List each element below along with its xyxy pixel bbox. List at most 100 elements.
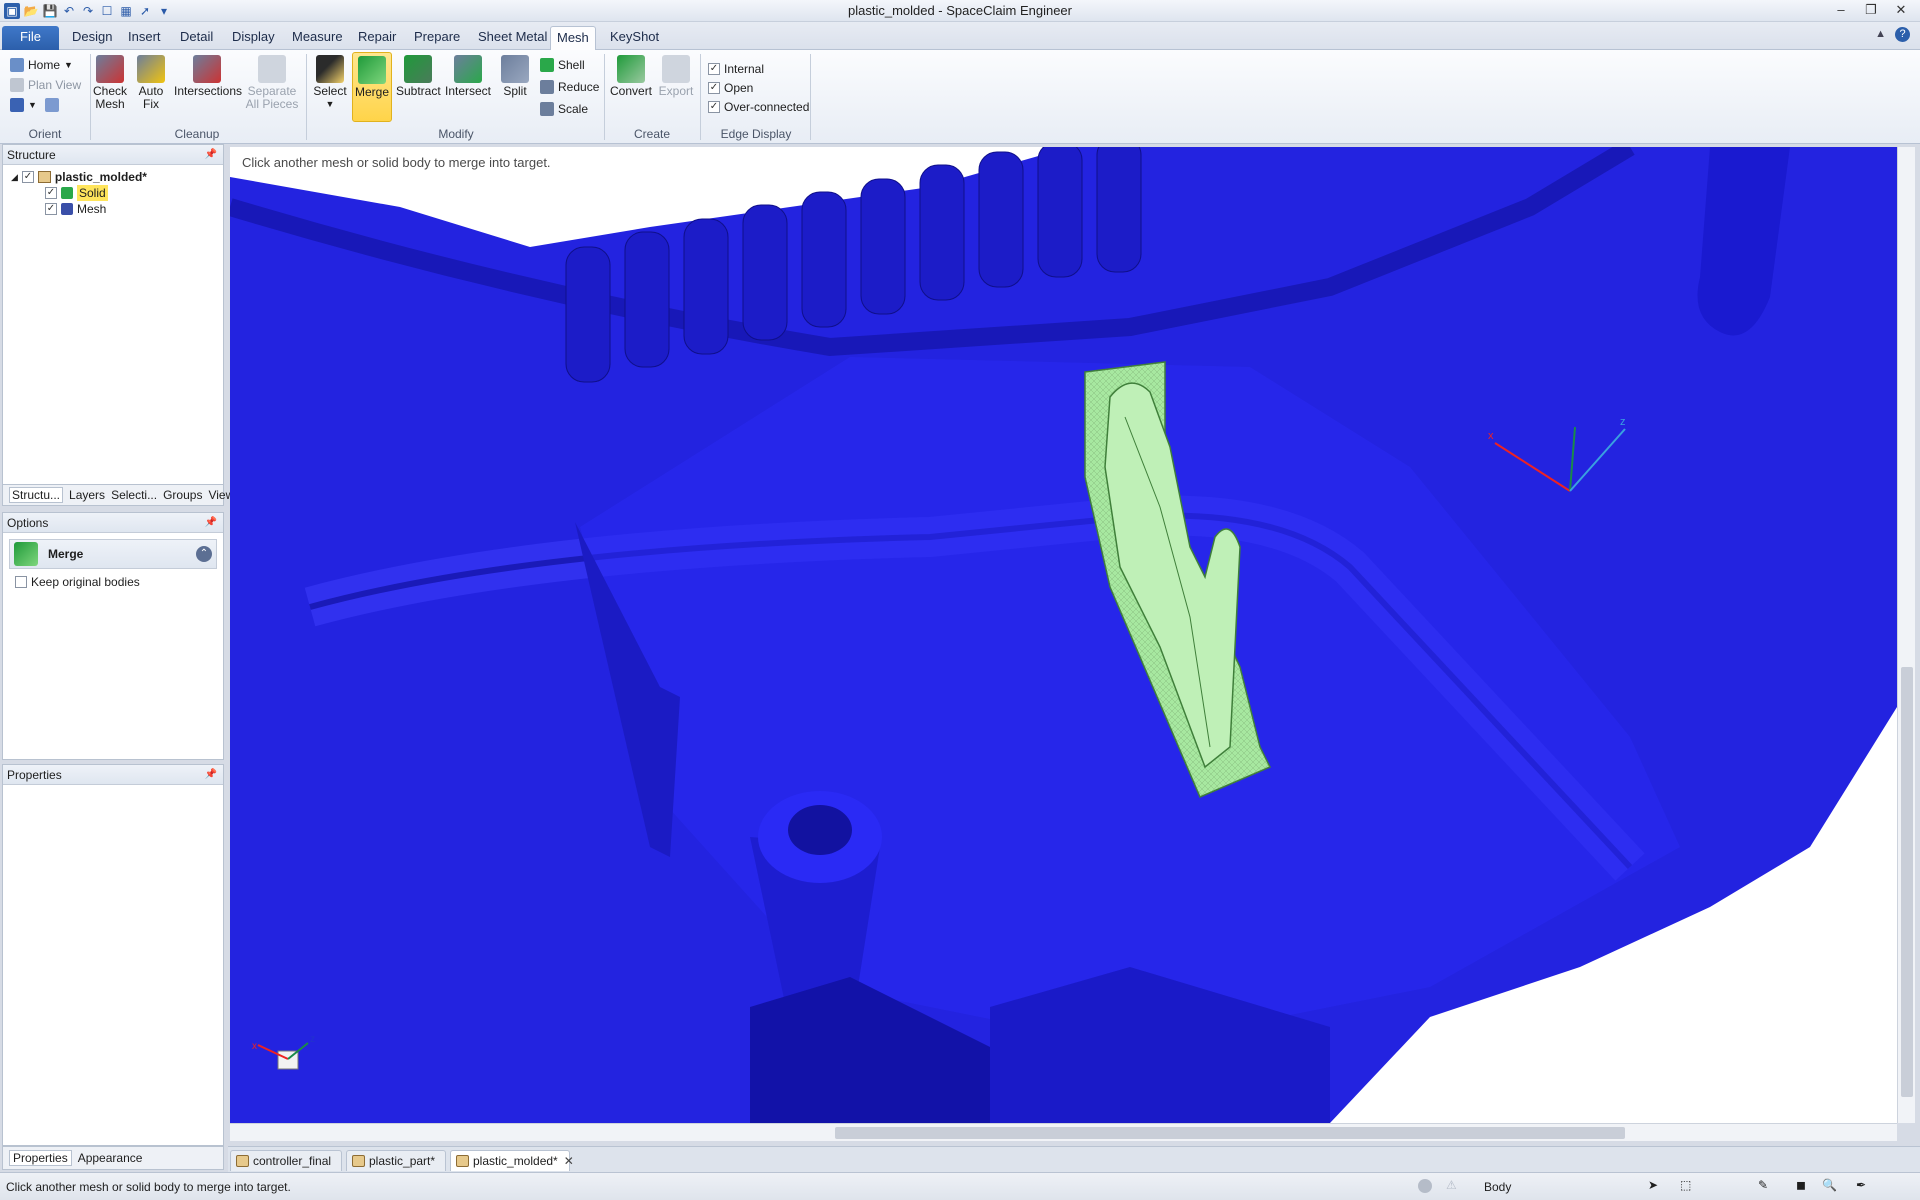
cleanup-group-label: Cleanup <box>174 127 220 141</box>
pin-icon[interactable]: 📌 <box>205 145 217 165</box>
tab-groups[interactable]: Groups <box>163 488 202 502</box>
zoom-icon[interactable]: 🔍 <box>1822 1178 1837 1192</box>
tab-selection[interactable]: Selecti... <box>111 488 157 502</box>
tab-mesh[interactable]: Mesh <box>550 26 596 50</box>
pin-icon[interactable]: 📌 <box>205 765 217 785</box>
tab-properties[interactable]: Properties <box>9 1150 72 1166</box>
home-button[interactable]: Home ▼ <box>10 56 73 74</box>
status-indicator-icon <box>1418 1179 1432 1193</box>
check-mesh-button[interactable]: Check Mesh <box>92 52 128 111</box>
tree-item-solid[interactable]: ✓ Solid <box>45 185 108 201</box>
collapse-options-icon[interactable]: ⌃ <box>196 546 212 562</box>
doc-tab-controller-final[interactable]: controller_final <box>230 1150 342 1171</box>
tab-insert[interactable]: Insert <box>122 26 167 50</box>
svg-text:x: x <box>252 1041 257 1052</box>
internal-checkbox[interactable]: ✓ Internal <box>708 60 764 78</box>
doc-tab-plastic-part[interactable]: plastic_part* <box>346 1150 446 1171</box>
box-select-icon[interactable]: ⬚ <box>1680 1178 1691 1192</box>
scale-button[interactable]: Scale <box>540 100 588 118</box>
viewport-hint: Click another mesh or solid body to merg… <box>242 155 551 170</box>
tab-prepare[interactable]: Prepare <box>408 26 466 50</box>
collapse-icon[interactable]: ◢ <box>11 169 18 185</box>
edge-display-group-label: Edge Display <box>720 127 792 141</box>
intersections-button[interactable]: Intersections <box>174 52 242 98</box>
tab-design[interactable]: Design <box>66 26 118 50</box>
tab-display[interactable]: Display <box>226 26 281 50</box>
ribbon-tab-bar: File Design Insert Detail Display Measur… <box>0 22 1920 50</box>
window-title: plastic_molded - SpaceClaim Engineer <box>847 3 1072 18</box>
close-button[interactable]: ✕ <box>1888 1 1914 19</box>
separate-all-pieces-button[interactable]: Separate All Pieces <box>244 52 300 111</box>
tab-repair[interactable]: Repair <box>352 26 402 50</box>
vertical-scrollbar[interactable] <box>1897 147 1915 1123</box>
properties-panel: Properties 📌 <box>2 764 224 1146</box>
help-icon[interactable]: ? <box>1895 27 1910 42</box>
merge-tool-header: Merge ⌃ <box>9 539 217 569</box>
home-icon <box>10 58 24 72</box>
subtract-button[interactable]: Subtract <box>396 52 441 98</box>
solid-body-icon <box>61 187 73 199</box>
sketch-icon[interactable]: ✎ <box>1758 1178 1768 1192</box>
merge-icon <box>14 542 38 566</box>
viewport[interactable]: x z x z Click another mesh or solid body… <box>230 147 1897 1123</box>
svg-text:z: z <box>1620 416 1626 428</box>
tab-sheet-metal[interactable]: Sheet Metal <box>472 26 553 50</box>
options-header: Options 📌 <box>3 513 223 533</box>
plan-view-button[interactable]: Plan View <box>10 76 81 94</box>
auto-fix-icon <box>137 55 165 83</box>
tab-structure[interactable]: Structu... <box>9 487 64 503</box>
design-icon <box>37 171 51 183</box>
doc-tab-plastic-molded[interactable]: plastic_molded* ✕ <box>450 1150 574 1171</box>
horizontal-scrollbar[interactable] <box>230 1123 1897 1141</box>
intersect-icon <box>454 55 482 83</box>
tab-layers[interactable]: Layers <box>69 488 105 502</box>
warning-icon[interactable]: ⚠ <box>1446 1178 1457 1192</box>
cube-icon <box>10 98 24 112</box>
tab-detail[interactable]: Detail <box>174 26 219 50</box>
tab-keyshot[interactable]: KeyShot <box>604 26 665 50</box>
document-tabs: controller_final plastic_part* plastic_m… <box>228 1146 1920 1172</box>
export-button[interactable]: Export <box>656 52 696 98</box>
document-icon <box>456 1155 469 1167</box>
keep-original-bodies-checkbox[interactable]: Keep original bodies <box>15 573 140 591</box>
tab-appearance[interactable]: Appearance <box>78 1151 143 1165</box>
collapse-ribbon-icon[interactable]: ▲ <box>1875 28 1886 40</box>
select-tool-icon[interactable]: ➤ <box>1648 1178 1658 1192</box>
tree-item-mesh[interactable]: ✓ Mesh <box>45 201 106 217</box>
maximize-button[interactable]: ❐ <box>1858 1 1884 19</box>
minimize-button[interactable]: – <box>1828 1 1854 19</box>
structure-panel: Structure 📌 ◢ ✓ plastic_molded* ✓ Solid ✓ Mes… <box>2 144 224 485</box>
mesh-body-icon <box>61 203 73 215</box>
scale-icon <box>540 102 554 116</box>
shell-button[interactable]: Shell <box>540 56 585 74</box>
split-button[interactable]: Split <box>498 52 532 98</box>
intersections-icon <box>193 55 221 83</box>
shading-icon[interactable]: ◼ <box>1796 1178 1806 1192</box>
separate-pieces-icon <box>258 55 286 83</box>
tab-file[interactable]: File <box>2 26 59 50</box>
tab-measure[interactable]: Measure <box>286 26 349 50</box>
reduce-icon <box>540 80 554 94</box>
pin-icon[interactable]: 📌 <box>205 513 217 533</box>
open-checkbox[interactable]: ✓ Open <box>708 79 753 97</box>
vertical-scroll-thumb[interactable] <box>1901 667 1913 1097</box>
title-bar: ▣ 📂 💾 ↶ ↷ ☐ ▦ ➚ ▾ plastic_molded - Space… <box>0 0 1920 22</box>
view-cube-button[interactable]: ▼ <box>10 96 59 114</box>
select-button[interactable]: Select ▼ <box>312 52 348 111</box>
reduce-button[interactable]: Reduce <box>540 78 599 96</box>
intersect-button[interactable]: Intersect <box>444 52 492 98</box>
merge-button[interactable]: Merge <box>352 52 392 122</box>
options-panel: Options 📌 Merge ⌃ Keep original bodies <box>2 512 224 760</box>
svg-text:z: z <box>310 1034 315 1045</box>
selection-filter[interactable]: Body <box>1484 1180 1511 1194</box>
convert-button[interactable]: Convert <box>610 52 652 98</box>
auto-fix-button[interactable]: Auto Fix <box>134 52 168 111</box>
structure-header: Structure 📌 <box>3 145 223 165</box>
model-view[interactable]: x z x z <box>230 147 1897 1123</box>
pen-icon[interactable]: ✒ <box>1856 1178 1866 1192</box>
close-tab-icon[interactable]: ✕ <box>564 1154 574 1168</box>
horizontal-scroll-thumb[interactable] <box>835 1127 1625 1139</box>
over-connected-checkbox[interactable]: ✓ Over-connected <box>708 98 809 116</box>
shell-icon <box>540 58 554 72</box>
tree-root[interactable]: ◢ ✓ plastic_molded* <box>11 169 147 185</box>
